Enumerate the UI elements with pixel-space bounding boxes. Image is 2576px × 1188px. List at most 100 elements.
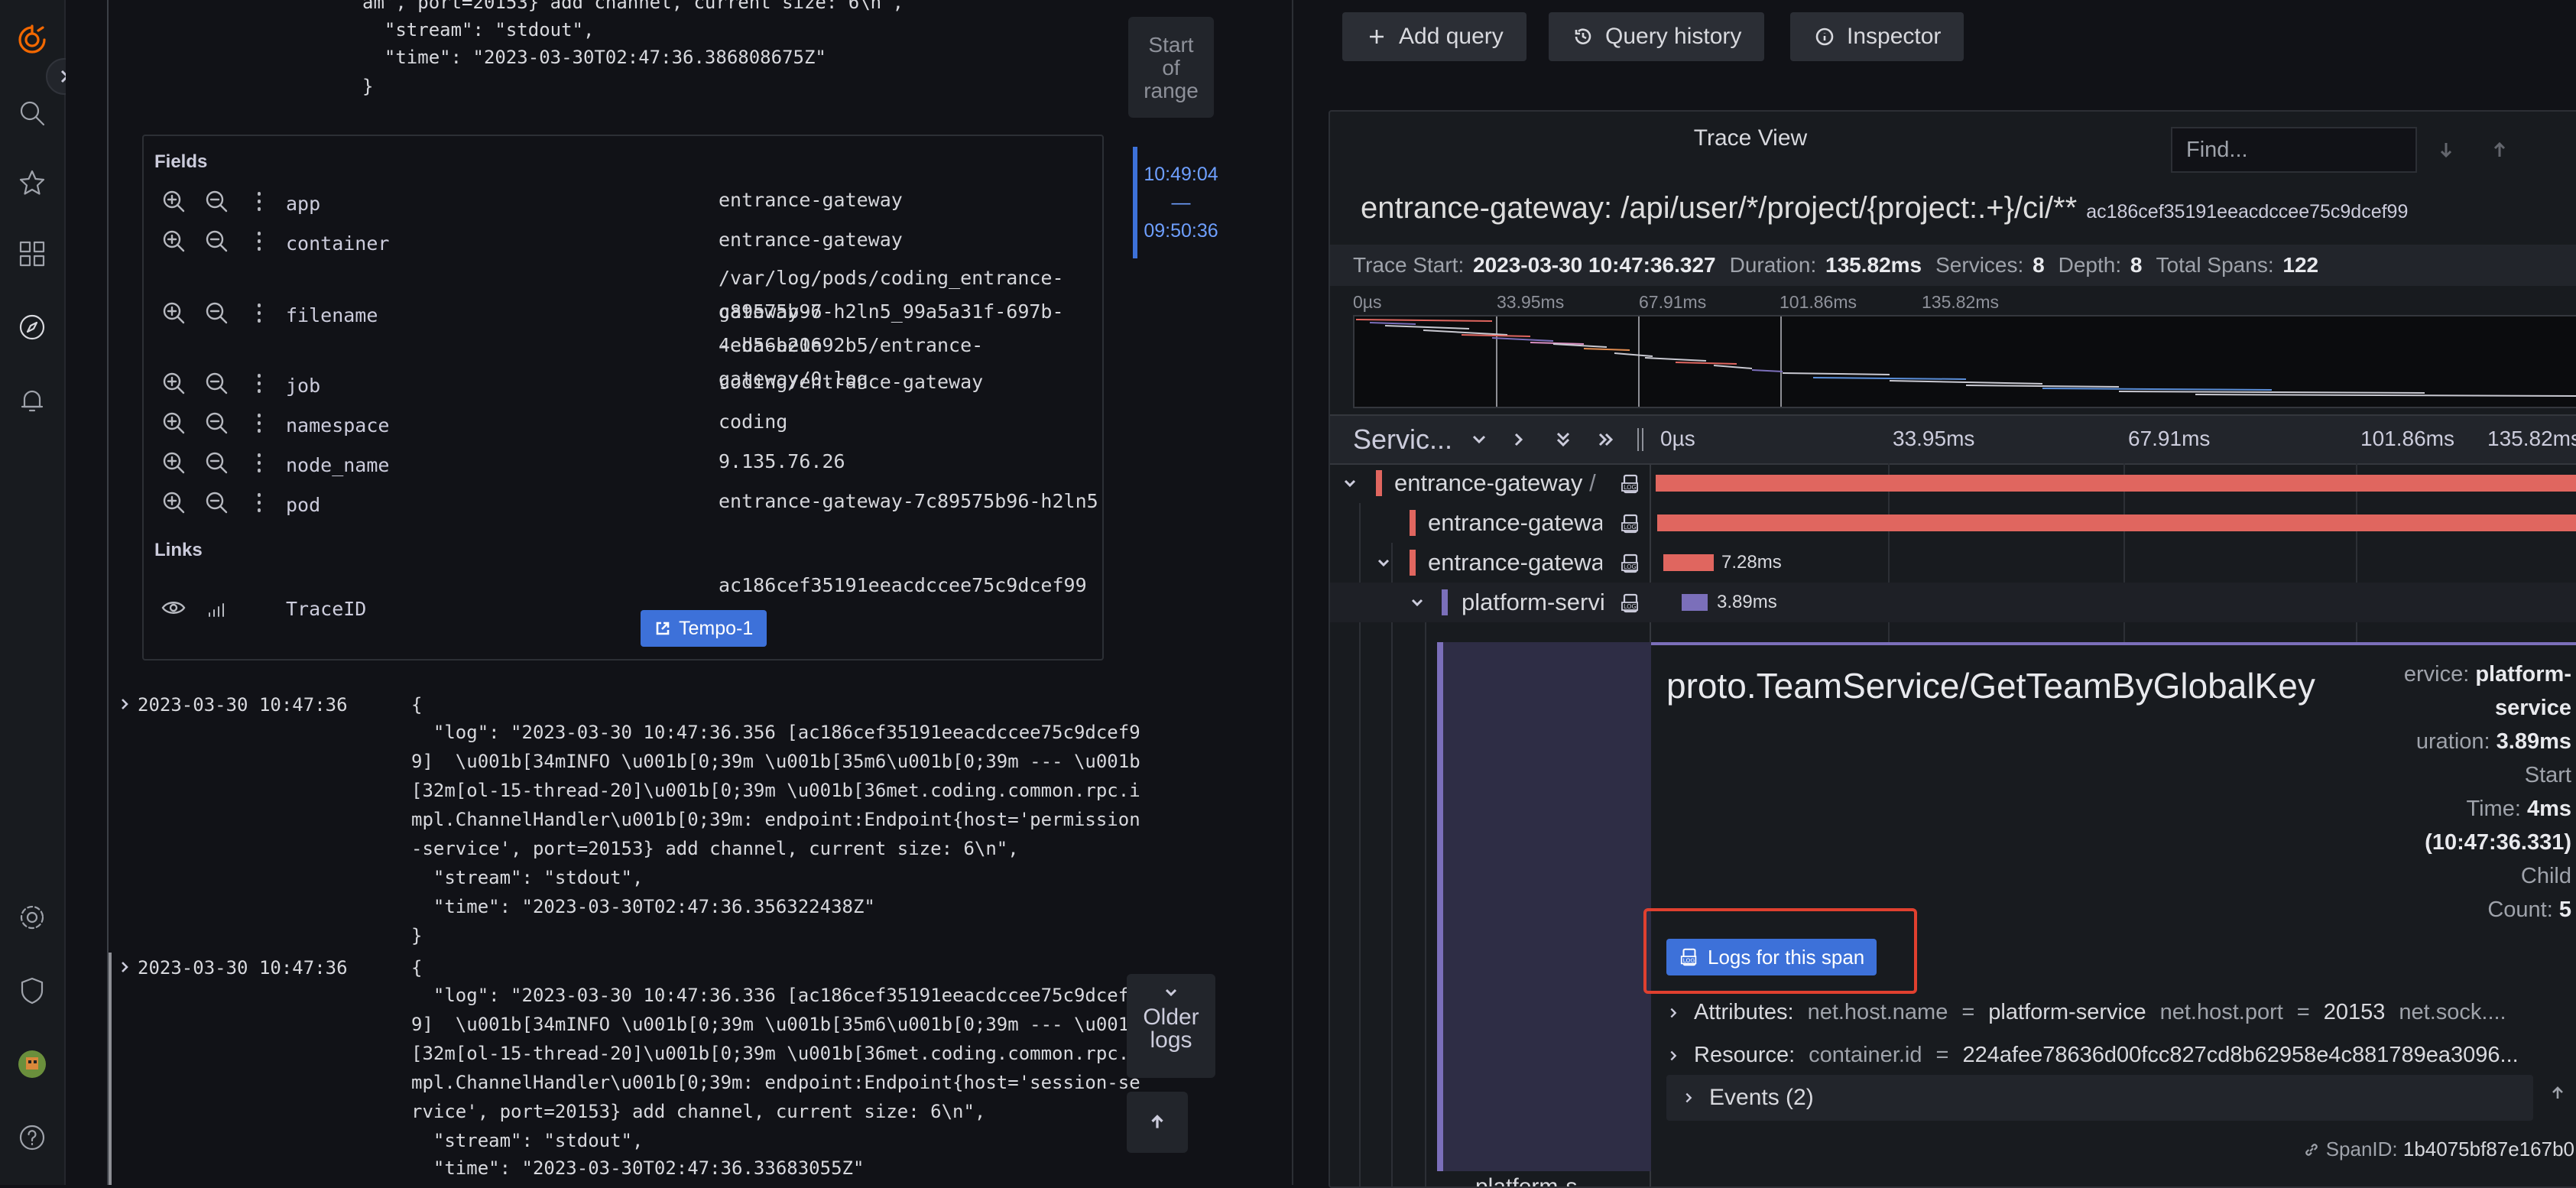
span-bar[interactable] [1682,594,1708,611]
field-actions [161,188,272,214]
svg-text:LOG: LOG [1624,563,1637,570]
span-logs-icon[interactable]: LOG [1619,592,1642,615]
zoom-in-icon[interactable] [161,450,187,476]
span-meta-child: Child [2521,864,2571,889]
more-vertical-icon[interactable] [246,370,272,396]
attr-key: net.host.port [2159,1000,2283,1024]
explore-compass-icon[interactable] [9,304,55,350]
expand-row-chevron-icon[interactable] [118,693,133,716]
zoom-in-icon[interactable] [161,370,187,396]
resource-row[interactable]: Resource: container.id = 224afee78636d00fc… [1666,1043,2519,1068]
span-row-selected[interactable]: platform-service LOG 3.89ms [1330,583,2576,622]
tempo-link-button[interactable]: Tempo-1 [641,610,767,647]
field-actions [161,410,272,436]
minimap-canvas[interactable] [1353,315,2576,408]
start-of-range-box[interactable]: Start of range [1128,17,1214,118]
span-bar[interactable] [1656,475,2576,492]
span-row[interactable]: entrance-gateway LOG [1330,503,2576,543]
zoom-out-icon[interactable] [203,300,229,326]
star-icon[interactable] [9,161,55,206]
span-bar[interactable] [1657,514,2576,531]
attributes-row[interactable]: Attributes: net.host.name = platform-servi… [1666,1000,2506,1025]
span-table-header: Servic... 0µs 33.95ms 67.91ms 101.86ms 1… [1330,414,2576,465]
zoom-out-icon[interactable] [203,370,229,396]
zoom-out-icon[interactable] [203,228,229,254]
field-actions [161,450,272,476]
grafana-logo-icon[interactable] [9,17,55,63]
visible-range-indicator[interactable]: 10:49:04 — 09:50:36 [1133,147,1225,258]
meta-label: Child [2520,864,2571,888]
chevron-down-icon[interactable] [1341,474,1359,496]
more-vertical-icon[interactable] [246,450,272,476]
span-bar[interactable] [1663,554,1714,571]
span-logs-icon[interactable]: LOG [1619,512,1642,535]
field-key: app [286,193,321,215]
span-detail-indent [1437,642,1657,1171]
dashboards-icon[interactable] [9,231,55,277]
more-vertical-icon[interactable] [246,489,272,515]
split-pane-divider[interactable] [1292,0,1298,1185]
older-logs-button[interactable]: Older logs [1127,974,1215,1078]
more-vertical-icon[interactable] [246,188,272,214]
span-logs-icon[interactable]: LOG [1619,472,1642,495]
expand-all-icon[interactable] [1595,428,1617,455]
logs-panel: am', port=20153} add channel, current si… [66,0,1251,1185]
collapse-all-icon[interactable] [1552,428,1575,455]
log-line: am', port=20153} add channel, current si… [362,0,904,13]
zoom-in-icon[interactable] [161,410,187,436]
inspector-button[interactable]: Inspector [1790,12,1964,61]
search-icon[interactable] [9,90,55,136]
field-key: pod [286,494,321,516]
chevron-down-icon[interactable] [1374,553,1393,576]
help-icon[interactable] [9,1115,55,1160]
trace-find-input[interactable]: Find... [2171,127,2417,173]
meta-value: (10:47:36.331) [2425,830,2571,855]
svg-text:LOG: LOG [1624,524,1637,531]
span-logs-icon[interactable]: LOG [1619,552,1642,575]
zoom-out-icon[interactable] [203,489,229,515]
collapse-one-icon[interactable] [1468,428,1491,455]
span-row[interactable]: entrance-gateway / LOG [1330,463,2576,503]
log-timestamp[interactable]: 2023-03-30 10:47:36 [138,953,348,982]
field-value: coding/entrance-gateway [719,371,984,393]
service-color-bar [1376,470,1382,496]
span-row[interactable]: entrance-gateway LOG 7.28ms [1330,543,2576,583]
find-next-arrow-icon[interactable] [2423,127,2469,173]
zoom-in-icon[interactable] [161,228,187,254]
range-label: Start [1148,33,1194,57]
more-vertical-icon[interactable] [246,300,272,326]
alerting-bell-icon[interactable] [9,378,55,424]
log-timestamp[interactable]: 2023-03-30 10:47:36 [138,690,348,719]
span-id[interactable]: SpanID: 1b4075bf87e167b0 [2303,1138,2574,1161]
zoom-in-icon[interactable] [161,489,187,515]
more-vertical-icon[interactable] [246,410,272,436]
expand-row-chevron-icon[interactable] [118,956,133,979]
history-icon [1575,28,1591,44]
detail-scroll-up-icon[interactable] [2548,1084,2567,1106]
span-meta-start: Start [2525,763,2571,788]
depth-value: 8 [2130,253,2143,277]
events-accordion[interactable]: Events (2) [1666,1075,2533,1121]
zoom-in-icon[interactable] [161,300,187,326]
stat-label: Services: [1935,253,2024,277]
user-avatar[interactable] [9,1041,55,1087]
scroll-to-top-button[interactable] [1127,1092,1188,1153]
zoom-out-icon[interactable] [203,188,229,214]
zoom-out-icon[interactable] [203,450,229,476]
expand-one-icon[interactable] [1507,428,1530,455]
eye-icon[interactable] [161,595,187,621]
find-prev-arrow-icon[interactable] [2477,127,2522,173]
attr-key: net.host.name [1807,1000,1948,1024]
trace-minimap[interactable]: 0µs 33.95ms 67.91ms 101.86ms 135.82ms [1353,292,2576,408]
signal-bars-icon[interactable] [203,595,229,621]
chevron-down-icon[interactable] [1408,593,1426,615]
settings-gear-icon[interactable] [9,894,55,940]
add-query-button[interactable]: Add query [1342,12,1526,61]
log-line: mpl.ChannelHandler\u001b[0;39m: endpoint… [411,1072,1140,1093]
more-vertical-icon[interactable] [246,228,272,254]
shield-icon[interactable] [9,968,55,1014]
zoom-in-icon[interactable] [161,188,187,214]
query-history-button[interactable]: Query history [1549,12,1765,61]
column-resizer[interactable] [1637,428,1643,451]
zoom-out-icon[interactable] [203,410,229,436]
